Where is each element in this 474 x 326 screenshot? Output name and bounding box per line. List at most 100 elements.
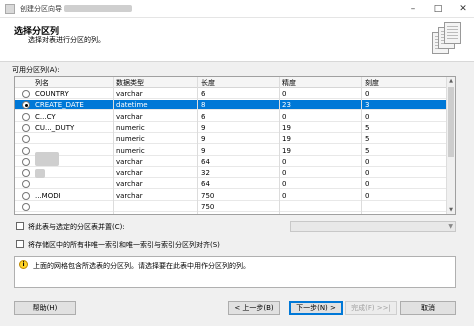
column-header-precision[interactable]: 精度 xyxy=(282,78,296,88)
maximize-button[interactable]: □ xyxy=(427,0,449,18)
cell-name: CREATE_DATE xyxy=(35,101,84,110)
cell-length: 9 xyxy=(201,123,206,132)
cell-length: 6 xyxy=(201,90,206,98)
back-button[interactable]: < 上一步(B) xyxy=(228,301,280,315)
row-radio-button[interactable] xyxy=(22,146,30,155)
row-radio-button[interactable] xyxy=(22,123,30,132)
table-row[interactable]: CREATE_DATE datetime 8 23 3 xyxy=(15,100,446,111)
row-radio-button[interactable] xyxy=(22,180,30,189)
row-radio-button[interactable] xyxy=(22,157,30,166)
column-header-length[interactable]: 长度 xyxy=(201,78,215,88)
close-button[interactable]: ✕ xyxy=(452,0,474,18)
cell-scale: 0 xyxy=(365,169,370,178)
table-row[interactable]: numeric 9 19 5 xyxy=(15,146,446,156)
app-icon xyxy=(5,4,15,14)
cell-length: 64 xyxy=(201,157,210,166)
row-radio-button[interactable] xyxy=(22,203,30,211)
table-row[interactable]: varchar 32 0 0 xyxy=(15,168,446,179)
cell-length: 8 xyxy=(201,101,206,110)
info-panel: i 上面的网格包含所选表的分区列。请选择要在此表中用作分区列的列。 xyxy=(14,256,456,288)
wizard-header: 选择分区列 选择对表进行分区的列。 xyxy=(0,18,474,62)
table-row[interactable]: COUNTRY varchar 6 0 0 xyxy=(15,89,446,99)
cell-scale: 5 xyxy=(365,123,370,132)
cell-type: varchar xyxy=(116,169,143,178)
redacted-title xyxy=(64,5,132,12)
cell-length: 6 xyxy=(201,112,206,121)
cell-precision: 0 xyxy=(282,112,287,121)
info-text: 上面的网格包含所选表的分区列。请选择要在此表中用作分区列的列。 xyxy=(33,262,250,270)
cell-type: varchar xyxy=(116,90,143,98)
finish-button[interactable]: 完成(F) >>| xyxy=(345,301,397,315)
cell-precision: 0 xyxy=(282,191,287,200)
cell-scale: 3 xyxy=(365,101,370,110)
cell-precision: 0 xyxy=(282,90,287,98)
table-row[interactable]: CU..._DUTY numeric 9 19 5 xyxy=(15,123,446,133)
cell-precision: 19 xyxy=(282,135,291,144)
info-icon: i xyxy=(19,260,28,269)
cell-scale: 0 xyxy=(365,191,370,200)
cell-length: 9 xyxy=(201,135,206,144)
grid-label: 可用分区列(A): xyxy=(12,66,60,74)
table-row[interactable]: ...MODI varchar 750 0 0 xyxy=(15,191,446,201)
row-radio-button[interactable] xyxy=(22,169,30,178)
cell-type: datetime xyxy=(116,101,148,110)
cell-precision: 0 xyxy=(282,180,287,189)
row-radio-button[interactable] xyxy=(22,135,30,144)
scroll-up-arrow-icon[interactable]: ▲ xyxy=(447,77,455,85)
cell-scale: 5 xyxy=(365,135,370,144)
minimize-button[interactable]: – xyxy=(402,0,424,18)
cell-type: varchar xyxy=(116,112,143,121)
align-indexes-checkbox[interactable] xyxy=(16,240,24,248)
cell-length: 750 xyxy=(201,191,215,200)
page-subtitle: 选择对表进行分区的列。 xyxy=(28,36,105,44)
scroll-thumb[interactable] xyxy=(448,87,454,157)
cell-scale: 0 xyxy=(365,112,370,121)
colocate-checkbox[interactable] xyxy=(16,222,24,230)
cell-type: numeric xyxy=(116,135,145,144)
cell-type: varchar xyxy=(116,180,143,189)
partition-columns-grid[interactable]: 列名 数据类型 长度 精度 刻度 COUNTRY varchar 6 0 0 CREATE… xyxy=(14,76,456,215)
cancel-button[interactable]: 取消 xyxy=(400,301,456,315)
grid-header: 列名 数据类型 长度 精度 刻度 xyxy=(15,77,455,88)
cell-precision: 0 xyxy=(282,169,287,178)
cell-length: 9 xyxy=(201,146,206,155)
cell-precision: 19 xyxy=(282,123,291,132)
table-row[interactable]: varchar 64 0 0 xyxy=(15,179,446,190)
colocate-table-select[interactable]: ▼ xyxy=(290,221,456,232)
cell-scale: 5 xyxy=(365,146,370,155)
next-button[interactable]: 下一步(N) > xyxy=(289,301,343,315)
grid-scrollbar[interactable]: ▲ ▼ xyxy=(446,77,455,214)
column-header-scale[interactable]: 刻度 xyxy=(365,78,379,88)
row-radio-button[interactable] xyxy=(22,90,30,98)
scroll-down-arrow-icon[interactable]: ▼ xyxy=(447,206,455,214)
help-button[interactable]: 帮助(H) xyxy=(14,301,76,315)
cell-scale: 0 xyxy=(365,180,370,189)
table-row[interactable]: varchar 64 0 0 xyxy=(15,157,446,167)
row-radio-button[interactable] xyxy=(22,101,30,110)
cell-name: COUNTRY xyxy=(35,90,69,98)
cell-type: numeric xyxy=(116,146,145,155)
column-header-name[interactable]: 列名 xyxy=(35,78,49,88)
cell-scale: 0 xyxy=(365,90,370,98)
cell-type: numeric xyxy=(116,123,145,132)
cell-length: 32 xyxy=(201,169,210,178)
wizard-graphic-icon xyxy=(432,22,462,56)
cell-name: ...MODI xyxy=(35,191,61,200)
row-radio-button[interactable] xyxy=(22,191,30,200)
table-row[interactable]: C...CY varchar 6 0 0 xyxy=(15,112,446,122)
align-indexes-label: 将存储区中的所有非唯一索引和唯一索引与索引分区列对齐(S) xyxy=(28,241,220,249)
cell-type: varchar xyxy=(116,191,143,200)
cell-precision: 19 xyxy=(282,146,291,155)
window-titlebar: 创建分区向导 - – □ ✕ xyxy=(0,0,474,18)
cell-name: C...CY xyxy=(35,112,56,121)
table-row[interactable]: 750 xyxy=(15,202,446,212)
window-title: 创建分区向导 - xyxy=(20,5,67,13)
chevron-down-icon[interactable]: ▼ xyxy=(448,223,453,230)
cell-precision: 0 xyxy=(282,157,287,166)
cell-length: 750 xyxy=(201,203,215,211)
cell-length: 64 xyxy=(201,180,210,189)
column-header-type[interactable]: 数据类型 xyxy=(116,78,144,88)
table-row[interactable]: numeric 9 19 5 xyxy=(15,134,446,145)
row-radio-button[interactable] xyxy=(22,112,30,121)
cell-type: varchar xyxy=(116,157,143,166)
